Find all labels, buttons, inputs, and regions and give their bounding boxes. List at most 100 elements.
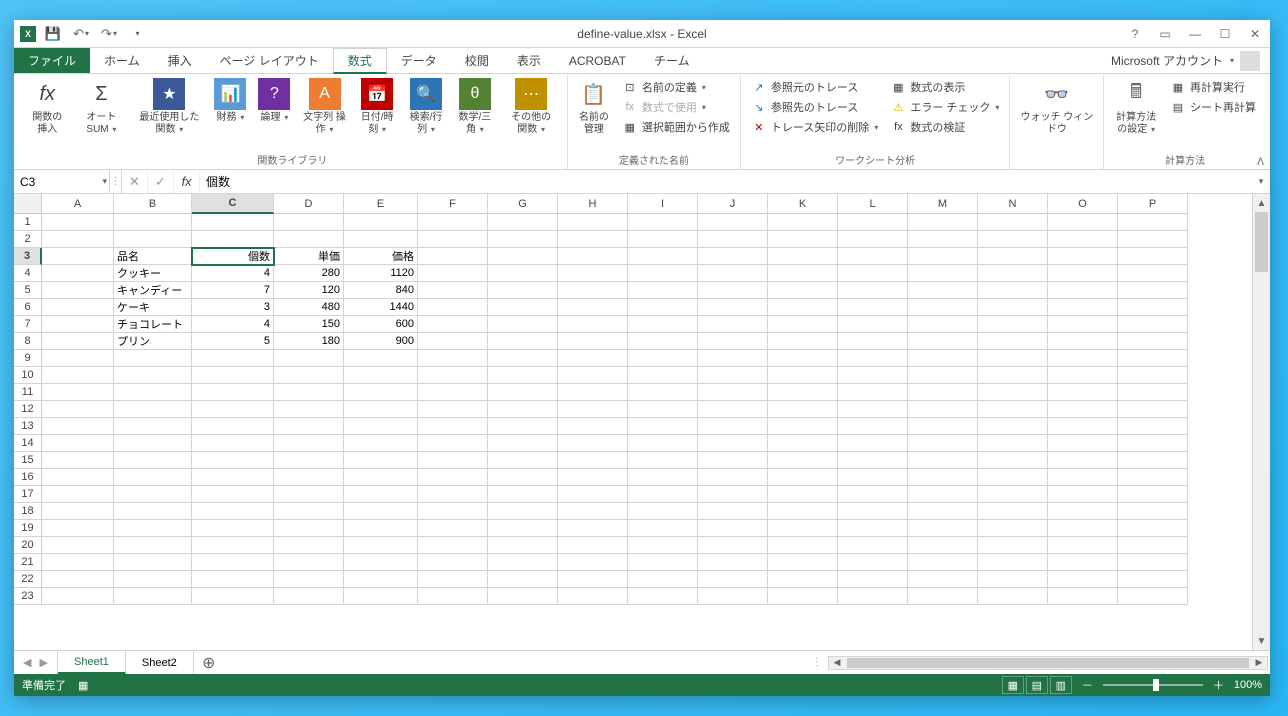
cell-I16[interactable]	[628, 469, 698, 486]
cell-K3[interactable]	[768, 248, 838, 265]
cell-M23[interactable]	[908, 588, 978, 605]
close-button[interactable]: ✕	[1240, 22, 1270, 46]
cell-P8[interactable]	[1118, 333, 1188, 350]
cell-J5[interactable]	[698, 282, 768, 299]
cell-L12[interactable]	[838, 401, 908, 418]
cell-G21[interactable]	[488, 554, 558, 571]
cell-M22[interactable]	[908, 571, 978, 588]
cell-B19[interactable]	[114, 520, 192, 537]
tab-file[interactable]: ファイル	[14, 48, 90, 73]
column-header-F[interactable]: F	[418, 194, 488, 214]
cell-A13[interactable]	[42, 418, 114, 435]
cell-N11[interactable]	[978, 384, 1048, 401]
cell-I22[interactable]	[628, 571, 698, 588]
cell-J11[interactable]	[698, 384, 768, 401]
cell-B10[interactable]	[114, 367, 192, 384]
cell-P16[interactable]	[1118, 469, 1188, 486]
cell-L7[interactable]	[838, 316, 908, 333]
cell-J17[interactable]	[698, 486, 768, 503]
cell-O8[interactable]	[1048, 333, 1118, 350]
cell-O7[interactable]	[1048, 316, 1118, 333]
cell-C4[interactable]: 4	[192, 265, 274, 282]
cell-C12[interactable]	[192, 401, 274, 418]
column-header-M[interactable]: M	[908, 194, 978, 214]
cell-E16[interactable]	[344, 469, 418, 486]
cell-G13[interactable]	[488, 418, 558, 435]
cell-F16[interactable]	[418, 469, 488, 486]
minimize-button[interactable]: —	[1180, 22, 1210, 46]
cell-M12[interactable]	[908, 401, 978, 418]
cell-O18[interactable]	[1048, 503, 1118, 520]
cell-B9[interactable]	[114, 350, 192, 367]
cell-O2[interactable]	[1048, 231, 1118, 248]
cell-L22[interactable]	[838, 571, 908, 588]
cell-P4[interactable]	[1118, 265, 1188, 282]
cell-F23[interactable]	[418, 588, 488, 605]
cell-J21[interactable]	[698, 554, 768, 571]
cell-I2[interactable]	[628, 231, 698, 248]
cell-K4[interactable]	[768, 265, 838, 282]
cell-B12[interactable]	[114, 401, 192, 418]
cell-P5[interactable]	[1118, 282, 1188, 299]
cell-B5[interactable]: キャンディー	[114, 282, 192, 299]
row-header-21[interactable]: 21	[14, 554, 42, 571]
enter-formula-button[interactable]: ✓	[148, 170, 174, 193]
formula-input[interactable]: 個数	[200, 170, 1252, 193]
cell-O23[interactable]	[1048, 588, 1118, 605]
row-header-2[interactable]: 2	[14, 231, 42, 248]
sheet-tab-Sheet2[interactable]: Sheet2	[126, 651, 194, 674]
cell-C11[interactable]	[192, 384, 274, 401]
cell-N9[interactable]	[978, 350, 1048, 367]
cell-G17[interactable]	[488, 486, 558, 503]
cell-H1[interactable]	[558, 214, 628, 231]
cell-F2[interactable]	[418, 231, 488, 248]
cell-I7[interactable]	[628, 316, 698, 333]
cell-M5[interactable]	[908, 282, 978, 299]
cell-H7[interactable]	[558, 316, 628, 333]
column-header-B[interactable]: B	[114, 194, 192, 214]
cell-B17[interactable]	[114, 486, 192, 503]
macro-record-icon[interactable]: ▦	[78, 679, 88, 692]
cell-E14[interactable]	[344, 435, 418, 452]
cell-L20[interactable]	[838, 537, 908, 554]
calc-options-button[interactable]: 🖩計算方法 の設定 ▾	[1110, 76, 1162, 138]
cell-N19[interactable]	[978, 520, 1048, 537]
cell-L11[interactable]	[838, 384, 908, 401]
cell-D18[interactable]	[274, 503, 344, 520]
cell-L3[interactable]	[838, 248, 908, 265]
cell-I19[interactable]	[628, 520, 698, 537]
column-header-C[interactable]: C	[192, 194, 274, 214]
cell-I11[interactable]	[628, 384, 698, 401]
cell-P1[interactable]	[1118, 214, 1188, 231]
cell-C7[interactable]: 4	[192, 316, 274, 333]
zoom-in-button[interactable]: ＋	[1213, 677, 1224, 693]
cell-A10[interactable]	[42, 367, 114, 384]
cell-O11[interactable]	[1048, 384, 1118, 401]
cell-N16[interactable]	[978, 469, 1048, 486]
cell-L4[interactable]	[838, 265, 908, 282]
cell-D8[interactable]: 180	[274, 333, 344, 350]
cell-O20[interactable]	[1048, 537, 1118, 554]
cell-J2[interactable]	[698, 231, 768, 248]
cell-O1[interactable]	[1048, 214, 1118, 231]
row-header-5[interactable]: 5	[14, 282, 42, 299]
cell-G15[interactable]	[488, 452, 558, 469]
cell-N14[interactable]	[978, 435, 1048, 452]
cell-C8[interactable]: 5	[192, 333, 274, 350]
cell-G12[interactable]	[488, 401, 558, 418]
cell-F7[interactable]	[418, 316, 488, 333]
cell-M16[interactable]	[908, 469, 978, 486]
cell-N3[interactable]	[978, 248, 1048, 265]
cell-L15[interactable]	[838, 452, 908, 469]
cell-P15[interactable]	[1118, 452, 1188, 469]
cell-H19[interactable]	[558, 520, 628, 537]
cell-G9[interactable]	[488, 350, 558, 367]
cell-I12[interactable]	[628, 401, 698, 418]
name-box[interactable]: C3▾	[14, 170, 110, 193]
cell-G4[interactable]	[488, 265, 558, 282]
horizontal-scrollbar[interactable]: ◀ ▶	[828, 656, 1268, 670]
cell-G18[interactable]	[488, 503, 558, 520]
row-header-17[interactable]: 17	[14, 486, 42, 503]
cell-P11[interactable]	[1118, 384, 1188, 401]
cell-B22[interactable]	[114, 571, 192, 588]
